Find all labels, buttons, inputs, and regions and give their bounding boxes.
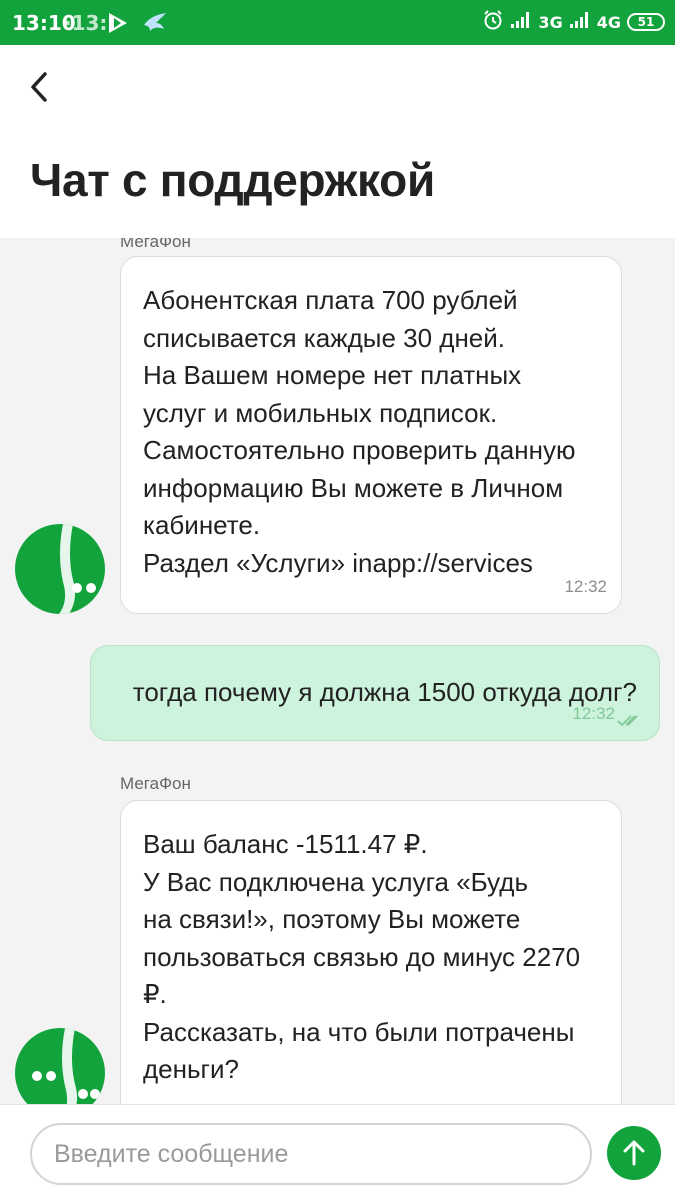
message-line: списывается каждые 30 дней. (143, 322, 506, 353)
message-text: тогда почему я должна 1500 откуда долг? (132, 677, 637, 707)
signal-icon (510, 11, 532, 33)
arrow-up-icon (623, 1140, 645, 1166)
message-line: У Вас подключена услуга «Будь (143, 866, 528, 897)
chevron-left-icon (31, 72, 47, 102)
message-sender: МегаФон (120, 238, 191, 251)
message-line: На Вашем номере нет платных (143, 360, 522, 390)
megafon-avatar (15, 1028, 105, 1104)
message-time: 12:32 (564, 1092, 607, 1104)
status-indicators: 3G 4G 51 (482, 10, 665, 34)
message-line: услуг и мобильных подписок. (143, 397, 498, 428)
page-title: Чат с поддержкой (30, 154, 435, 206)
battery-icon: 51 (627, 13, 665, 31)
alarm-icon (482, 9, 504, 35)
megafon-avatar (15, 524, 105, 614)
status-time-reflection: ·13: (64, 11, 108, 35)
status-bar: 13:10 ·13: 3G 4G 51 (0, 0, 675, 45)
message-line: на связи!», поэтому Вы можете (143, 904, 521, 934)
network-4g-label: 4G (596, 12, 621, 32)
message-line: Ваш баланс -1511.47 ₽. (143, 829, 428, 859)
outgoing-message-bubble: тогда почему я должна 1500 откуда долг? … (90, 645, 660, 741)
double-check-icon (617, 715, 638, 727)
message-line: деньги? (143, 1054, 240, 1084)
message-sender: МегаФон (120, 774, 191, 793)
message-line: Самостоятельно проверить данную (143, 435, 576, 465)
megafon-logo-icon (32, 1028, 100, 1104)
composer-bar (0, 1104, 675, 1201)
bird-app-icon (142, 11, 168, 39)
chat-header: Чат с поддержкой (0, 45, 675, 238)
message-line: Абонентская плата 700 рублей (143, 285, 518, 315)
message-input[interactable] (30, 1123, 592, 1185)
message-text[interactable]: Раздел «Услуги» inapp://services (143, 548, 533, 578)
incoming-message-bubble: Ваш баланс -1511.47 ₽. У Вас подключена … (120, 800, 622, 1104)
message-line: пользоваться связью до минус 2270 (143, 941, 581, 972)
play-store-icon (106, 11, 130, 39)
back-button[interactable] (20, 67, 60, 107)
message-line: Раздел «Услуги» inapp://services (143, 545, 599, 583)
message-line: кабинете. (143, 510, 261, 540)
signal-icon (569, 11, 591, 33)
chat-messages[interactable]: МегаФон Абонентская плата 700 рублей спи… (0, 238, 675, 1104)
battery-level: 51 (637, 15, 655, 29)
message-time: 12:32 (564, 576, 607, 596)
message-line: информацию Вы можете в Личном (143, 472, 564, 503)
message-time: 12:32 (572, 703, 615, 723)
incoming-message-bubble: Абонентская плата 700 рублей списывается… (120, 256, 622, 614)
send-button[interactable] (607, 1126, 661, 1180)
message-line: ₽. (143, 979, 167, 1009)
megafon-logo-icon (59, 524, 96, 614)
message-line: Рассказать, на что были потрачены (143, 1016, 575, 1047)
network-3g-label: 3G (538, 12, 563, 32)
